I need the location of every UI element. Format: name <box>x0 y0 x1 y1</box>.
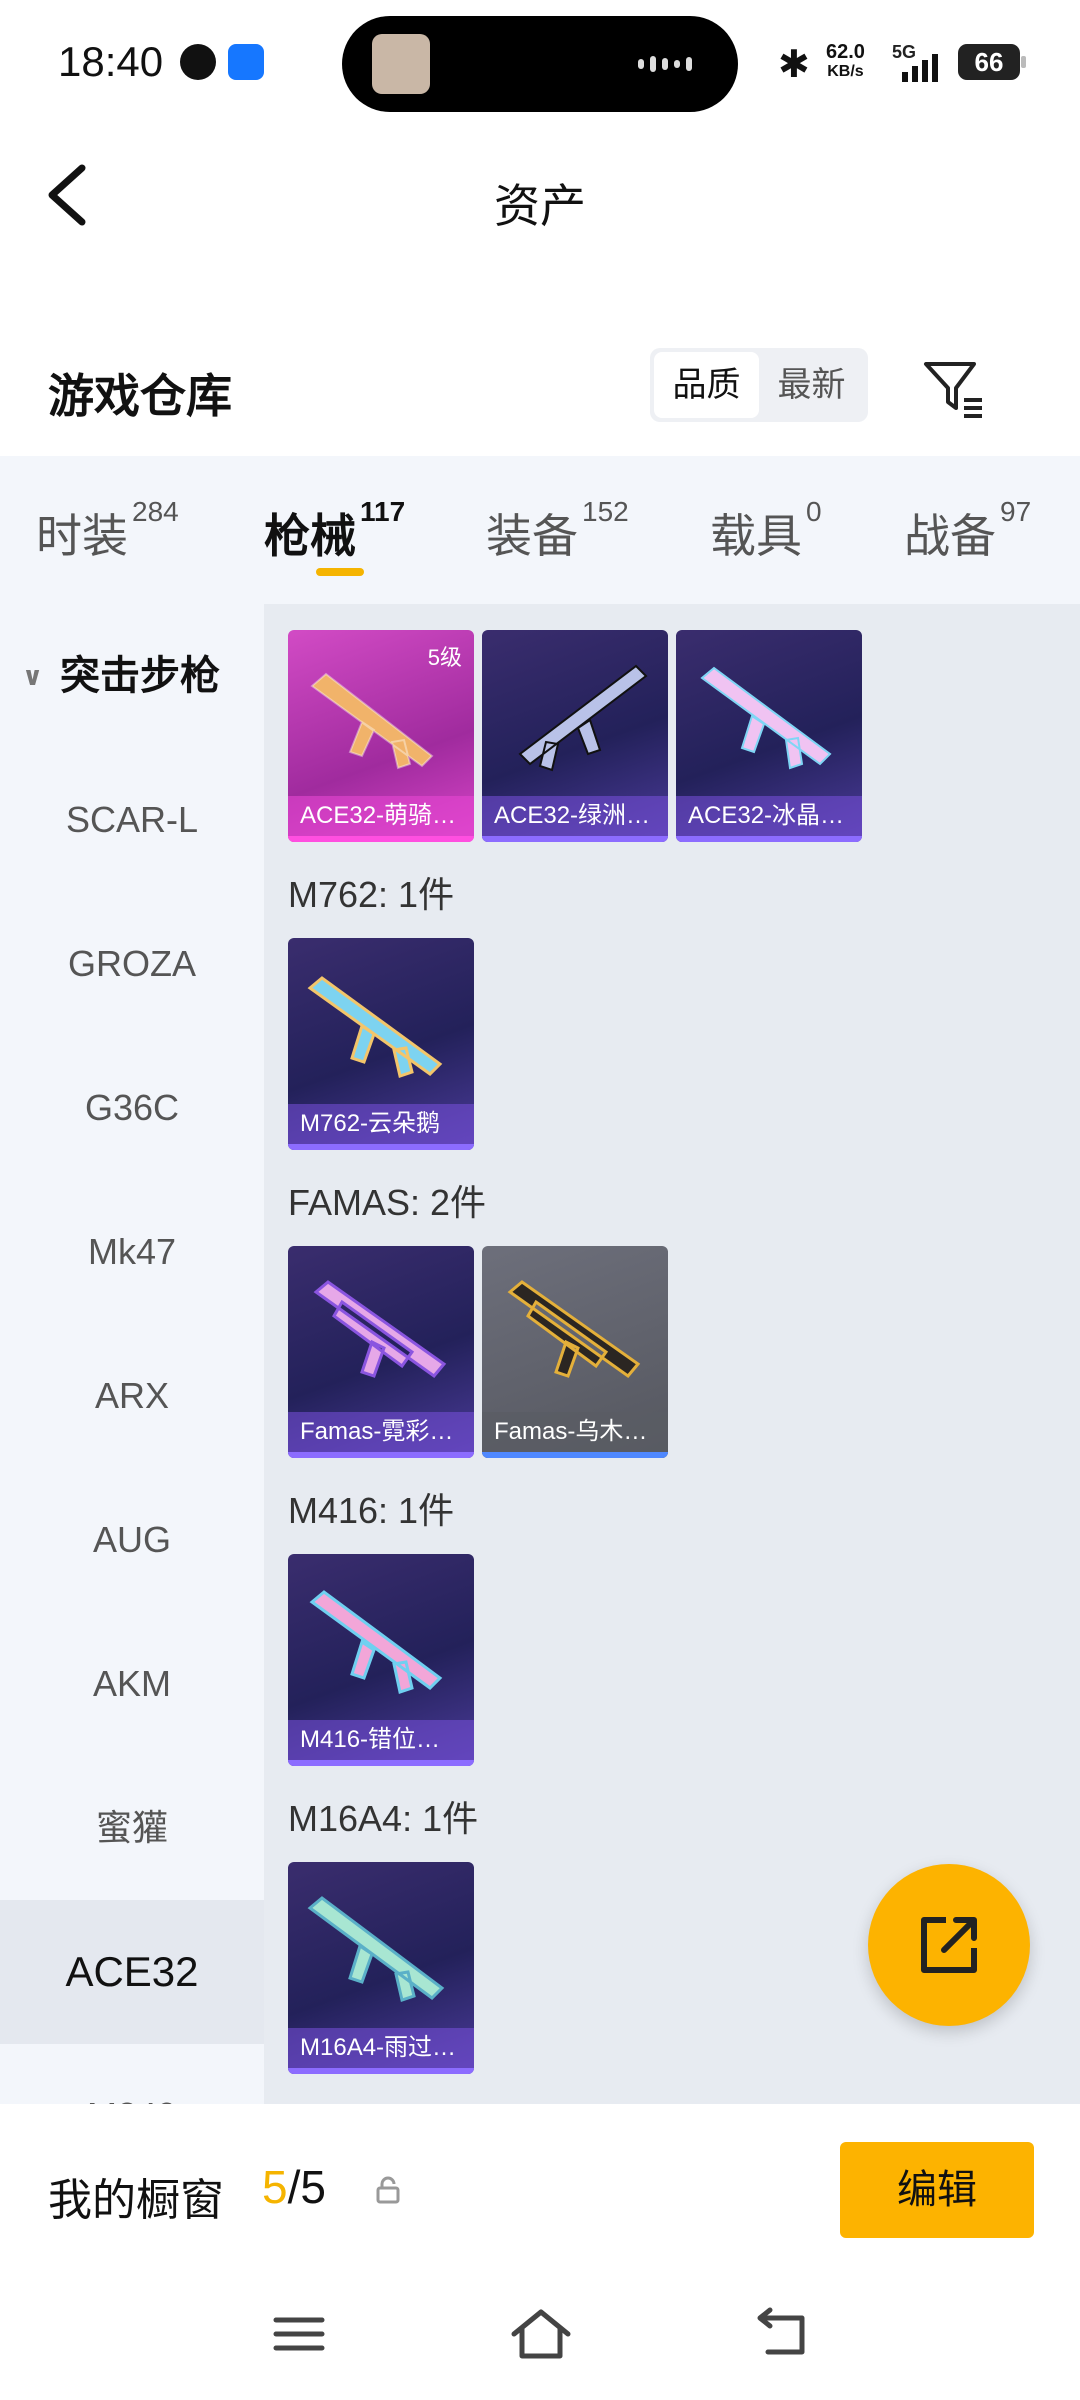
skin-name: ACE32-绿洲… <box>482 796 668 842</box>
sidebar-item-groza[interactable]: GROZA <box>0 892 264 1036</box>
lock-icon <box>376 2176 400 2204</box>
sidebar-category-assault-rifles[interactable]: ∨ 突击步枪 <box>0 604 264 748</box>
skin-card[interactable]: 5级 ACE32-萌骑… <box>288 630 474 842</box>
sidebar-item-aug[interactable]: AUG <box>0 1468 264 1612</box>
skin-name: M16A4-雨过… <box>288 2028 474 2074</box>
share-icon <box>921 1917 977 1973</box>
tab-fashion[interactable]: 时装 284 <box>36 496 179 566</box>
rifle-icon <box>700 666 832 770</box>
weapon-sidebar: ∨ 突击步枪 SCAR-L GROZA G36C Mk47 ARX AUG AK… <box>0 604 264 2104</box>
edit-button[interactable]: 编辑 <box>840 2142 1034 2238</box>
group-label-m762: M762: 1件 <box>288 874 455 915</box>
status-time: 18:40 <box>58 38 164 85</box>
skin-card[interactable]: ACE32-绿洲… <box>482 630 668 842</box>
sort-quality-button[interactable]: 品质 <box>654 352 759 418</box>
skin-name: M416-错位… <box>288 1720 474 1766</box>
status-bar: 18:40 ✱ 62.0 KB/s 5G 66 <box>0 0 1080 130</box>
signal-icon: 5G <box>892 42 946 82</box>
flame-icon <box>180 44 216 80</box>
skin-card[interactable]: Famas-霓彩… <box>288 1246 474 1458</box>
app-header: 资产 <box>0 140 1080 250</box>
warehouse-header: 游戏仓库 品质 最新 <box>0 340 1080 450</box>
skin-name: Famas-乌木… <box>482 1412 668 1458</box>
showcase-bar: 我的橱窗 5/5 编辑 <box>0 2104 1080 2280</box>
skin-name: Famas-霓彩… <box>288 1412 474 1458</box>
sidebar-item-scar-l[interactable]: SCAR-L <box>0 748 264 892</box>
showcase-label: 我的橱窗 <box>48 2176 224 2225</box>
sidebar-item-g36c[interactable]: G36C <box>0 1036 264 1180</box>
filter-icon[interactable] <box>920 358 986 418</box>
rifle-icon <box>307 1896 445 2002</box>
skin-card[interactable]: M16A4-雨过… <box>288 1862 474 2074</box>
sidebar-item-mk47[interactable]: Mk47 <box>0 1180 264 1324</box>
tab-vehicles[interactable]: 载具 0 <box>710 496 822 566</box>
nfc-icon <box>228 44 264 80</box>
sort-toggle: 品质 最新 <box>650 348 868 422</box>
menu-icon[interactable] <box>264 2304 334 2364</box>
tab-guns[interactable]: 枪械 117 <box>264 496 405 566</box>
group-label-m16a4: M16A4: 1件 <box>288 1798 479 1839</box>
dynamic-island[interactable] <box>342 16 738 112</box>
sidebar-item-ace32[interactable]: ACE32 <box>0 1900 264 2044</box>
skin-name: ACE32-冰晶… <box>676 796 862 842</box>
tab-equipment[interactable]: 装备 152 <box>486 496 629 566</box>
back-nav-icon[interactable] <box>746 2304 816 2364</box>
category-tabs: 时装 284 枪械 117 装备 152 载具 0 战备 97 <box>0 456 1080 604</box>
sidebar-item-arx[interactable]: ARX <box>0 1324 264 1468</box>
sidebar-item-m249[interactable]: M249 <box>0 2044 264 2104</box>
share-button[interactable] <box>868 1864 1030 2026</box>
group-label-m416: M416: 1件 <box>288 1490 455 1531</box>
showcase-count: 5/5 <box>262 2161 326 2213</box>
battery-icon: 66 <box>958 44 1026 80</box>
tab-supplies[interactable]: 战备 97 <box>904 496 1031 566</box>
rifle-icon <box>313 1280 447 1379</box>
chevron-down-icon: ∨ <box>22 661 44 691</box>
warehouse-title: 游戏仓库 <box>48 370 232 422</box>
page-title: 资产 <box>494 180 586 232</box>
rifle-icon <box>307 976 443 1078</box>
sidebar-item-akm[interactable]: AKM <box>0 1612 264 1756</box>
rifle-icon <box>309 1590 443 1694</box>
media-thumbnail <box>372 34 430 94</box>
skin-card[interactable]: M762-云朵鹅 <box>288 938 474 1150</box>
skin-name: M762-云朵鹅 <box>288 1104 474 1150</box>
sort-newest-button[interactable]: 最新 <box>759 352 864 418</box>
audio-wave-icon <box>638 56 698 72</box>
home-icon[interactable] <box>506 2304 576 2364</box>
skin-card[interactable]: Famas-乌木… <box>482 1246 668 1458</box>
sidebar-item-honey-badger[interactable]: 蜜獾 <box>0 1756 264 1900</box>
rifle-icon <box>507 1280 641 1379</box>
rifle-icon <box>518 664 648 772</box>
skin-card[interactable]: ACE32-冰晶… <box>676 630 862 842</box>
rifle-icon <box>310 672 434 770</box>
system-navigation <box>0 2280 1080 2400</box>
skin-card[interactable]: M416-错位… <box>288 1554 474 1766</box>
network-speed: 62.0 KB/s <box>826 41 865 80</box>
tab-indicator <box>316 568 364 576</box>
skin-name: ACE32-萌骑… <box>288 796 474 842</box>
bluetooth-icon: ✱ <box>778 44 810 86</box>
group-label-famas: FAMAS: 2件 <box>288 1182 487 1223</box>
